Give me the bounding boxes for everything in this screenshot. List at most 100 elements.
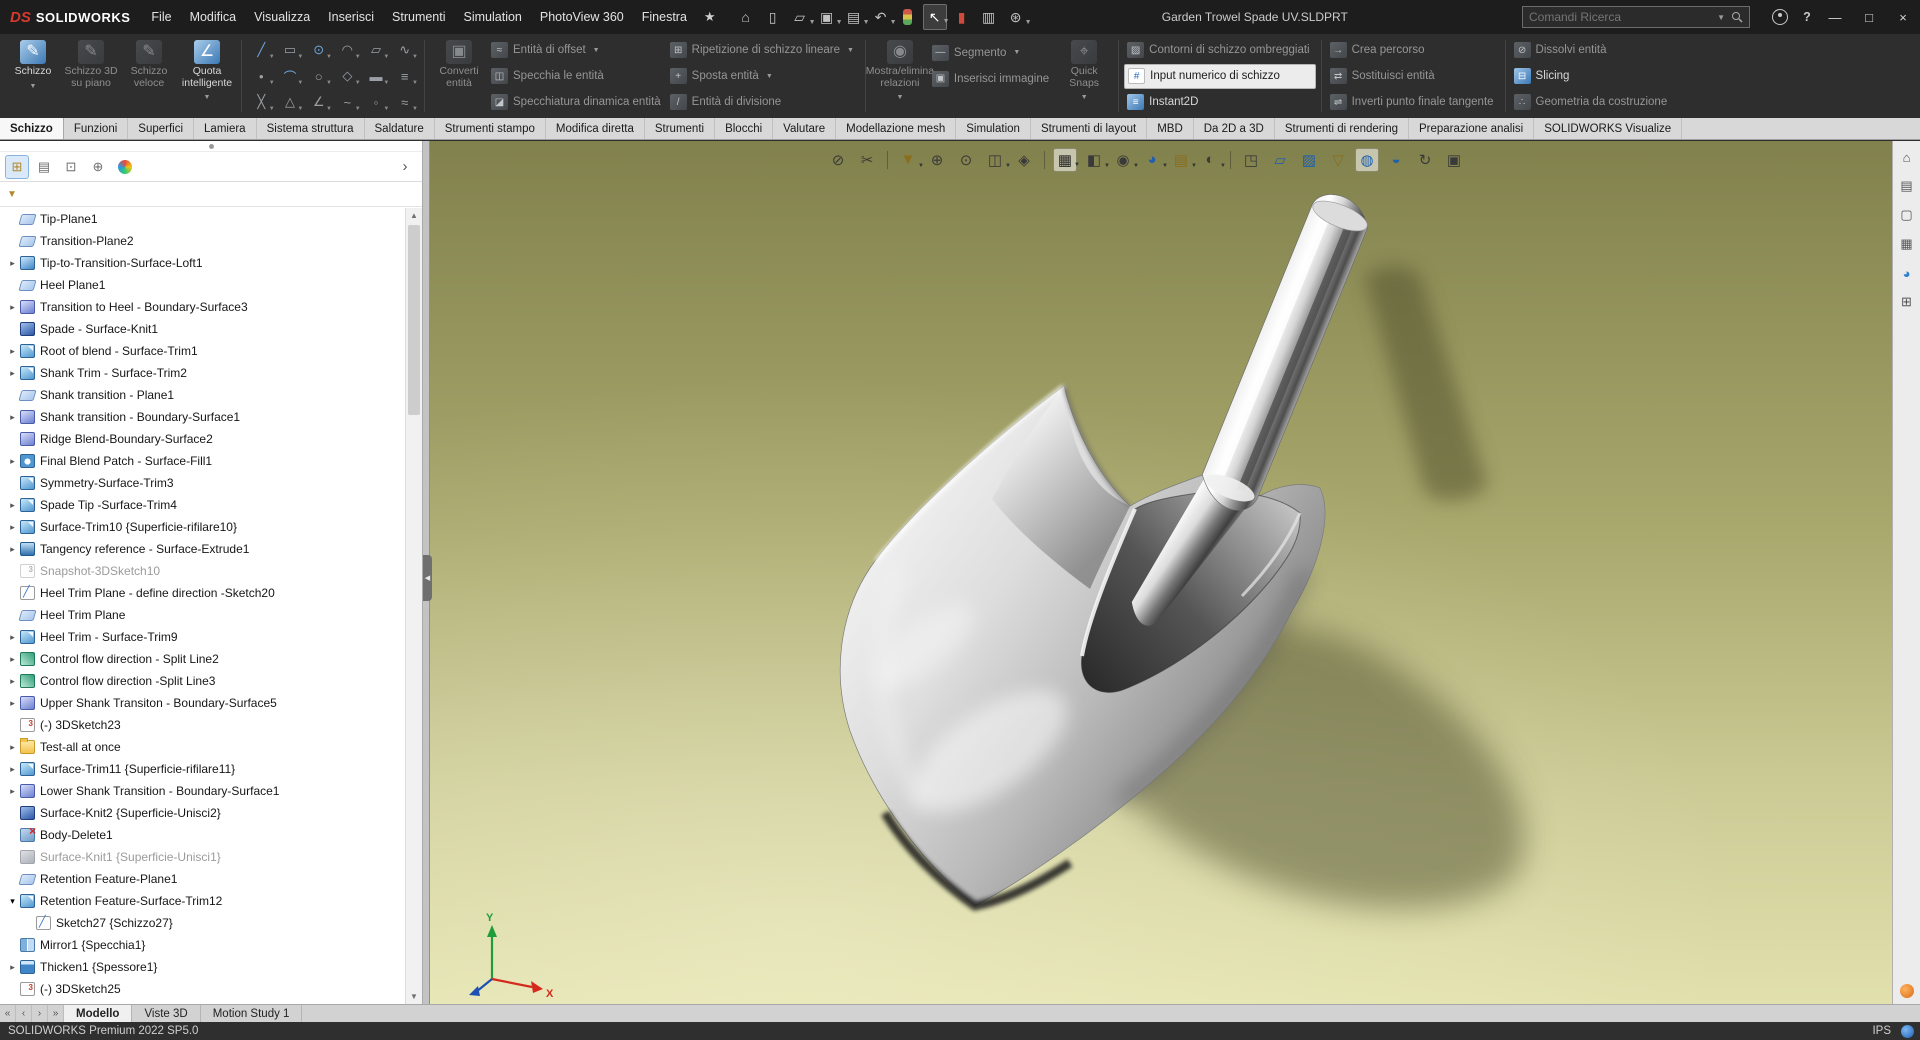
command-search[interactable]: ▼: [1522, 6, 1750, 28]
line-tool[interactable]: ╱ ▼: [247, 37, 276, 63]
tree-item[interactable]: Tangency reference - Surface-Extrude1: [0, 538, 405, 560]
tree-item[interactable]: Lower Shank Transition - Boundary-Surfac…: [0, 780, 405, 802]
minimize-button[interactable]: —: [1818, 0, 1852, 34]
spline-tool[interactable]: ∿ ▼: [390, 37, 419, 63]
configurationmanager-tab[interactable]: ⊡: [59, 155, 83, 179]
file-explorer-icon[interactable]: ▢: [1897, 205, 1917, 225]
expand-arrow-icon[interactable]: [6, 962, 19, 973]
tree-item[interactable]: (-) 3DSketch23: [0, 714, 405, 736]
offset-entities-row[interactable]: ≈ Entità di offset ▼: [488, 38, 667, 63]
tree-item[interactable]: Snapshot-3DSketch10: [0, 560, 405, 582]
document-tab[interactable]: Motion Study 1: [201, 1005, 303, 1022]
panel-expand-chevron-icon[interactable]: ›: [393, 155, 417, 179]
make-path-row[interactable]: → Crea percorso: [1327, 38, 1500, 63]
appearances-icon[interactable]: ◕: [1897, 263, 1917, 283]
tree-item[interactable]: Upper Shank Transiton - Boundary-Surface…: [0, 692, 405, 714]
tree-item[interactable]: Retention Feature-Plane1: [0, 868, 405, 890]
instant2d-row[interactable]: ≡ Instant2D: [1124, 90, 1315, 115]
tree-item[interactable]: Body-Delete1: [0, 824, 405, 846]
document-tab[interactable]: Viste 3D: [132, 1005, 201, 1022]
ellipse-tool[interactable]: ○ ▼: [304, 63, 333, 89]
tree-item[interactable]: Shank transition - Boundary-Surface1: [0, 406, 405, 428]
three-point-arc-tool[interactable]: ⌒ ▼: [276, 63, 305, 89]
expand-arrow-icon[interactable]: [6, 346, 19, 357]
straight-slot-tool[interactable]: ▬ ▼: [362, 63, 391, 89]
zoom-area-icon[interactable]: ⊙: [954, 148, 978, 172]
expand-arrow-icon[interactable]: [6, 500, 19, 511]
search-icon[interactable]: [1731, 11, 1743, 23]
expand-arrow-icon[interactable]: [6, 258, 19, 269]
propertymanager-tab[interactable]: ▤: [32, 155, 56, 179]
command-tab[interactable]: Modellazione mesh: [836, 118, 957, 139]
tree-item[interactable]: Surface-Knit1 {Superficie-Unisci1}: [0, 846, 405, 868]
tree-item[interactable]: Test-all at once: [0, 736, 405, 758]
menu-item[interactable]: File: [142, 0, 180, 34]
segment-row[interactable]: — Segmento ▼: [929, 40, 1055, 65]
search-input[interactable]: [1529, 10, 1712, 24]
tree-item[interactable]: Spade Tip -Surface-Trim4: [0, 494, 405, 516]
corner-rectangle-tool[interactable]: ▭ ▼: [276, 37, 305, 63]
command-tab[interactable]: Simulation: [956, 118, 1031, 139]
tree-item[interactable]: Transition to Heel - Boundary-Surface3: [0, 296, 405, 318]
expand-arrow-icon[interactable]: [6, 698, 19, 709]
edit-appearance-icon[interactable]: ◕ ▼: [1140, 148, 1168, 172]
expand-arrow-icon[interactable]: [6, 676, 19, 687]
tree-item[interactable]: Root of blend - Surface-Trim1: [0, 340, 405, 362]
plane-display-icon[interactable]: ▱: [1268, 148, 1292, 172]
slicing-row[interactable]: ⊟ Slicing: [1511, 64, 1674, 89]
gradient-background-icon[interactable]: ▨: [1297, 148, 1321, 172]
circle-tool[interactable]: ⊙ ▼: [304, 37, 333, 63]
scissors-icon[interactable]: ✂: [855, 148, 879, 172]
document-tab[interactable]: Modello: [64, 1005, 133, 1022]
rebuild-icon[interactable]: [896, 4, 920, 30]
display-style-icon[interactable]: ◧ ▼: [1082, 148, 1110, 172]
menu-item[interactable]: PhotoView 360: [531, 0, 633, 34]
globe-icon[interactable]: [1901, 1024, 1914, 1038]
tree-item[interactable]: Heel Trim - Surface-Trim9: [0, 626, 405, 648]
command-tab[interactable]: Blocchi: [715, 118, 774, 139]
construction-tool[interactable]: ~ ▼: [333, 89, 362, 115]
split-entities-row[interactable]: / Entità di divisione: [667, 90, 860, 115]
view-palette-icon[interactable]: ▦: [1897, 234, 1917, 254]
dissolve-entities-row[interactable]: ⊘ Dissolvi entità: [1511, 38, 1674, 63]
shaded-sketch-contours-row[interactable]: ▨ Contorni di schizzo ombreggiati: [1124, 38, 1315, 63]
reverse-tangent-row[interactable]: ⇌ Inverti punto finale tangente: [1327, 90, 1500, 115]
command-tab[interactable]: Valutare: [773, 118, 837, 139]
tree-item[interactable]: Retention Feature-Surface-Trim12: [0, 890, 405, 912]
realview-icon[interactable]: ◍: [1355, 147, 1379, 172]
tree-item[interactable]: Heel Plane1: [0, 274, 405, 296]
menu-item[interactable]: Finestra: [633, 0, 696, 34]
tree-item[interactable]: Mirror1 {Specchia1}: [0, 934, 405, 956]
maximize-button[interactable]: □: [1852, 0, 1886, 34]
quick-snaps-button[interactable]: ⌖ Quick Snaps ▼: [1055, 36, 1113, 116]
tree-item[interactable]: Surface-Trim10 {Superficie-rifilare10}: [0, 516, 405, 538]
scrollbar-thumb[interactable]: [408, 225, 420, 415]
command-tab[interactable]: Schizzo: [0, 118, 64, 139]
tree-item[interactable]: Sketch27 {Schizzo27}: [0, 912, 405, 934]
rapid-sketch-button[interactable]: ✎ Schizzo veloce: [120, 36, 178, 116]
command-tab[interactable]: Strumenti di rendering: [1275, 118, 1409, 139]
print-icon[interactable]: ▤ ▼: [842, 4, 870, 30]
filter-display-icon[interactable]: ▼ ▼: [896, 148, 924, 172]
tree-item[interactable]: Symmetry-Surface-Trim3: [0, 472, 405, 494]
new-document-icon[interactable]: ▯: [761, 4, 785, 30]
select-arrow-icon[interactable]: ↖ ▼: [922, 4, 950, 30]
options-gear-icon[interactable]: ⊛ ▼: [1004, 4, 1032, 30]
search-caret-icon[interactable]: ▼: [1717, 13, 1725, 22]
dimxpertmanager-tab[interactable]: ⊕: [86, 155, 110, 179]
scroll-next-icon[interactable]: ›: [32, 1005, 48, 1022]
move-entities-row[interactable]: + Sposta entità ▼: [667, 64, 860, 89]
centerpoint-arc-tool[interactable]: ◠ ▼: [333, 37, 362, 63]
expand-arrow-icon[interactable]: [6, 654, 19, 665]
sketch-text-tool[interactable]: ≡ ▼: [390, 63, 419, 89]
tree-filter-bar[interactable]: ▼: [0, 182, 422, 207]
apply-scene-icon[interactable]: ▤ ▼: [1169, 148, 1197, 172]
custom-properties-icon[interactable]: ⊞: [1897, 292, 1917, 312]
command-tab[interactable]: Strumenti: [645, 118, 716, 139]
sketch-fillet-tool[interactable]: ◇ ▼: [333, 63, 362, 89]
insert-image-row[interactable]: ▣ Inserisci immagine: [929, 66, 1055, 91]
tree-item[interactable]: Heel Trim Plane: [0, 604, 405, 626]
expand-arrow-icon[interactable]: [6, 742, 19, 753]
tree-item[interactable]: Transition-Plane2: [0, 230, 405, 252]
scroll-down-icon[interactable]: ▼: [406, 989, 422, 1004]
